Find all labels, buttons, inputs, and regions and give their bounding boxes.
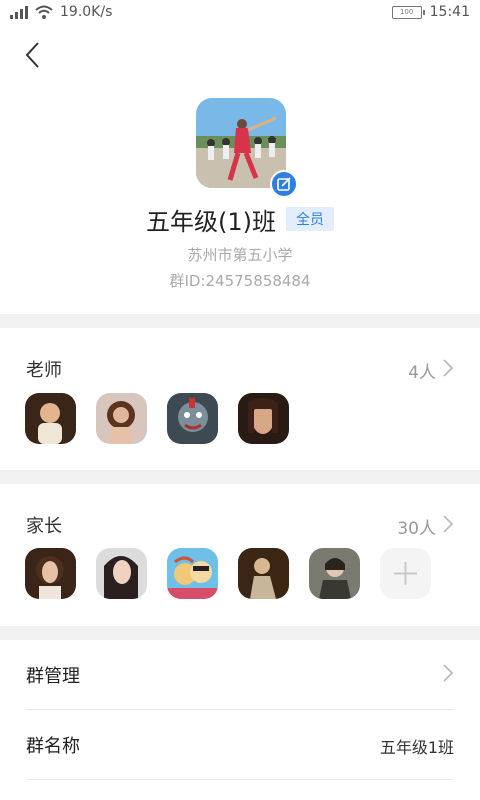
add-parent-button[interactable] xyxy=(380,548,431,599)
plus-icon xyxy=(394,562,417,585)
back-arrow-icon xyxy=(25,42,39,68)
section-divider xyxy=(0,470,480,484)
clock: 15:41 xyxy=(429,4,470,20)
teacher-avatar[interactable] xyxy=(25,393,76,444)
chevron-right-icon xyxy=(443,359,454,377)
teachers-section[interactable]: 老师 4人 xyxy=(0,328,480,470)
parent-avatar[interactable] xyxy=(309,548,360,599)
group-id: 群ID:24575858484 xyxy=(169,272,311,290)
group-name: 五年级(1)班 xyxy=(146,207,276,236)
chevron-right-icon xyxy=(443,515,454,533)
teachers-count: 4人 xyxy=(408,363,436,383)
group-type-badge: 全员 xyxy=(286,207,334,231)
parents-title: 家长 xyxy=(26,516,62,537)
teacher-avatar[interactable] xyxy=(238,393,289,444)
parent-avatar[interactable] xyxy=(25,548,76,599)
parent-avatar[interactable] xyxy=(167,548,218,599)
network-speed: 19.0K/s xyxy=(60,4,113,20)
edit-avatar-button[interactable] xyxy=(270,170,298,198)
school-name: 苏州市第五小学 xyxy=(187,246,293,264)
section-divider xyxy=(0,314,480,328)
group-management-label: 群管理 xyxy=(26,666,80,687)
teachers-title: 老师 xyxy=(26,360,62,381)
group-header: 五年级(1)班 全员 苏州市第五小学 群ID:24575858484 xyxy=(0,96,480,314)
back-button[interactable] xyxy=(20,40,50,70)
status-bar: 19.0K/s 100 15:41 xyxy=(0,0,480,28)
signal-icon xyxy=(10,5,28,19)
group-management-row[interactable]: 群管理 xyxy=(0,640,480,710)
group-name-row[interactable]: 群名称 五年级1班 xyxy=(0,710,480,780)
group-name-label: 群名称 xyxy=(26,736,80,757)
parent-avatar[interactable] xyxy=(238,548,289,599)
row-divider xyxy=(26,779,454,780)
battery-icon: 100 xyxy=(391,5,425,19)
group-name-value: 五年级1班 xyxy=(379,738,454,757)
section-divider xyxy=(0,626,480,640)
parent-avatar[interactable] xyxy=(96,548,147,599)
teacher-avatar[interactable] xyxy=(167,393,218,444)
parents-count: 30人 xyxy=(397,519,436,539)
teacher-avatar[interactable] xyxy=(96,393,147,444)
parents-section[interactable]: 家长 30人 xyxy=(0,484,480,626)
wifi-icon xyxy=(35,5,53,19)
edit-icon xyxy=(277,177,291,191)
chevron-right-icon xyxy=(443,664,454,682)
